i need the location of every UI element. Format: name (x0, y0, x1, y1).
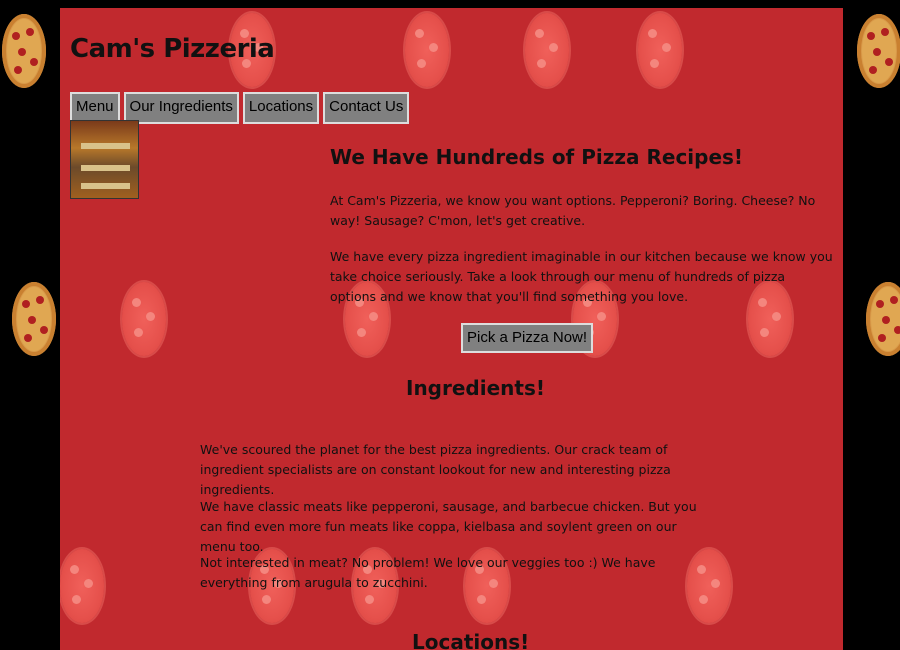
intro-paragraph: At Cam's Pizzeria, we know you want opti… (330, 193, 816, 228)
ingredients-paragraph: We have classic meats like pepperoni, sa… (200, 499, 697, 554)
main-content: Cam's Pizzeria Menu Our Ingredients Loca… (60, 8, 843, 650)
pizza-decoration-icon (866, 282, 900, 356)
nav-locations-button[interactable]: Locations (242, 92, 320, 124)
ingredients-paragraph: Not interested in meat? No problem! We l… (200, 555, 656, 590)
ingredients-heading: Ingredients! (406, 376, 545, 400)
pizza-decoration-icon (12, 282, 56, 356)
site-title: Cam's Pizzeria (70, 34, 275, 64)
pick-pizza-button[interactable]: Pick a Pizza Now! (461, 323, 594, 353)
intro-paragraph: We have every pizza ingredient imaginabl… (330, 249, 833, 304)
recipes-heading: We Have Hundreds of Pizza Recipes! (330, 145, 744, 169)
pizzeria-photo (70, 120, 139, 199)
pizza-decoration-icon (2, 14, 46, 88)
pizza-decoration-icon (857, 14, 900, 88)
ingredients-paragraph: We've scoured the planet for the best pi… (200, 442, 671, 497)
locations-heading: Locations! (412, 630, 530, 650)
pizza-watermark-icon (405, 13, 449, 87)
pizza-watermark-icon (525, 13, 569, 87)
pizza-watermark-icon (60, 549, 104, 623)
nav-contact-button[interactable]: Contact Us (323, 92, 410, 124)
pizza-watermark-icon (638, 13, 682, 87)
pizza-watermark-icon (122, 282, 166, 356)
nav-ingredients-button[interactable]: Our Ingredients (123, 92, 239, 124)
